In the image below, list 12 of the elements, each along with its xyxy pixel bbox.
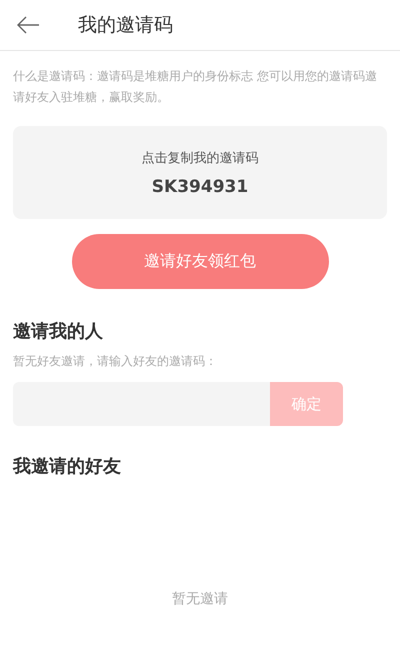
empty-text: 暂无邀请	[172, 590, 228, 608]
copy-hint: 点击复制我的邀请码	[142, 150, 258, 166]
inviter-note: 暂无好友邀请，请输入好友的邀请码：	[13, 353, 218, 370]
code-card[interactable]: 点击复制我的邀请码 SK394931	[13, 126, 387, 219]
section-heading: 邀请我的人	[13, 320, 104, 343]
section-heading: 我邀请的好友	[13, 455, 122, 478]
invite-code: SK394931	[152, 176, 248, 196]
invite-button[interactable]: 邀请好友领红包	[72, 234, 328, 289]
page-title: 我的邀请码	[78, 13, 173, 38]
invite-code-field[interactable]	[13, 382, 270, 426]
intro-text: 什么是邀请码：邀请码是堆糖用户的身份标志 您可以用您的邀请码邀请好友入驻堆糖，赢取奖励。	[13, 68, 378, 106]
back-arrow-icon[interactable]	[16, 16, 40, 34]
